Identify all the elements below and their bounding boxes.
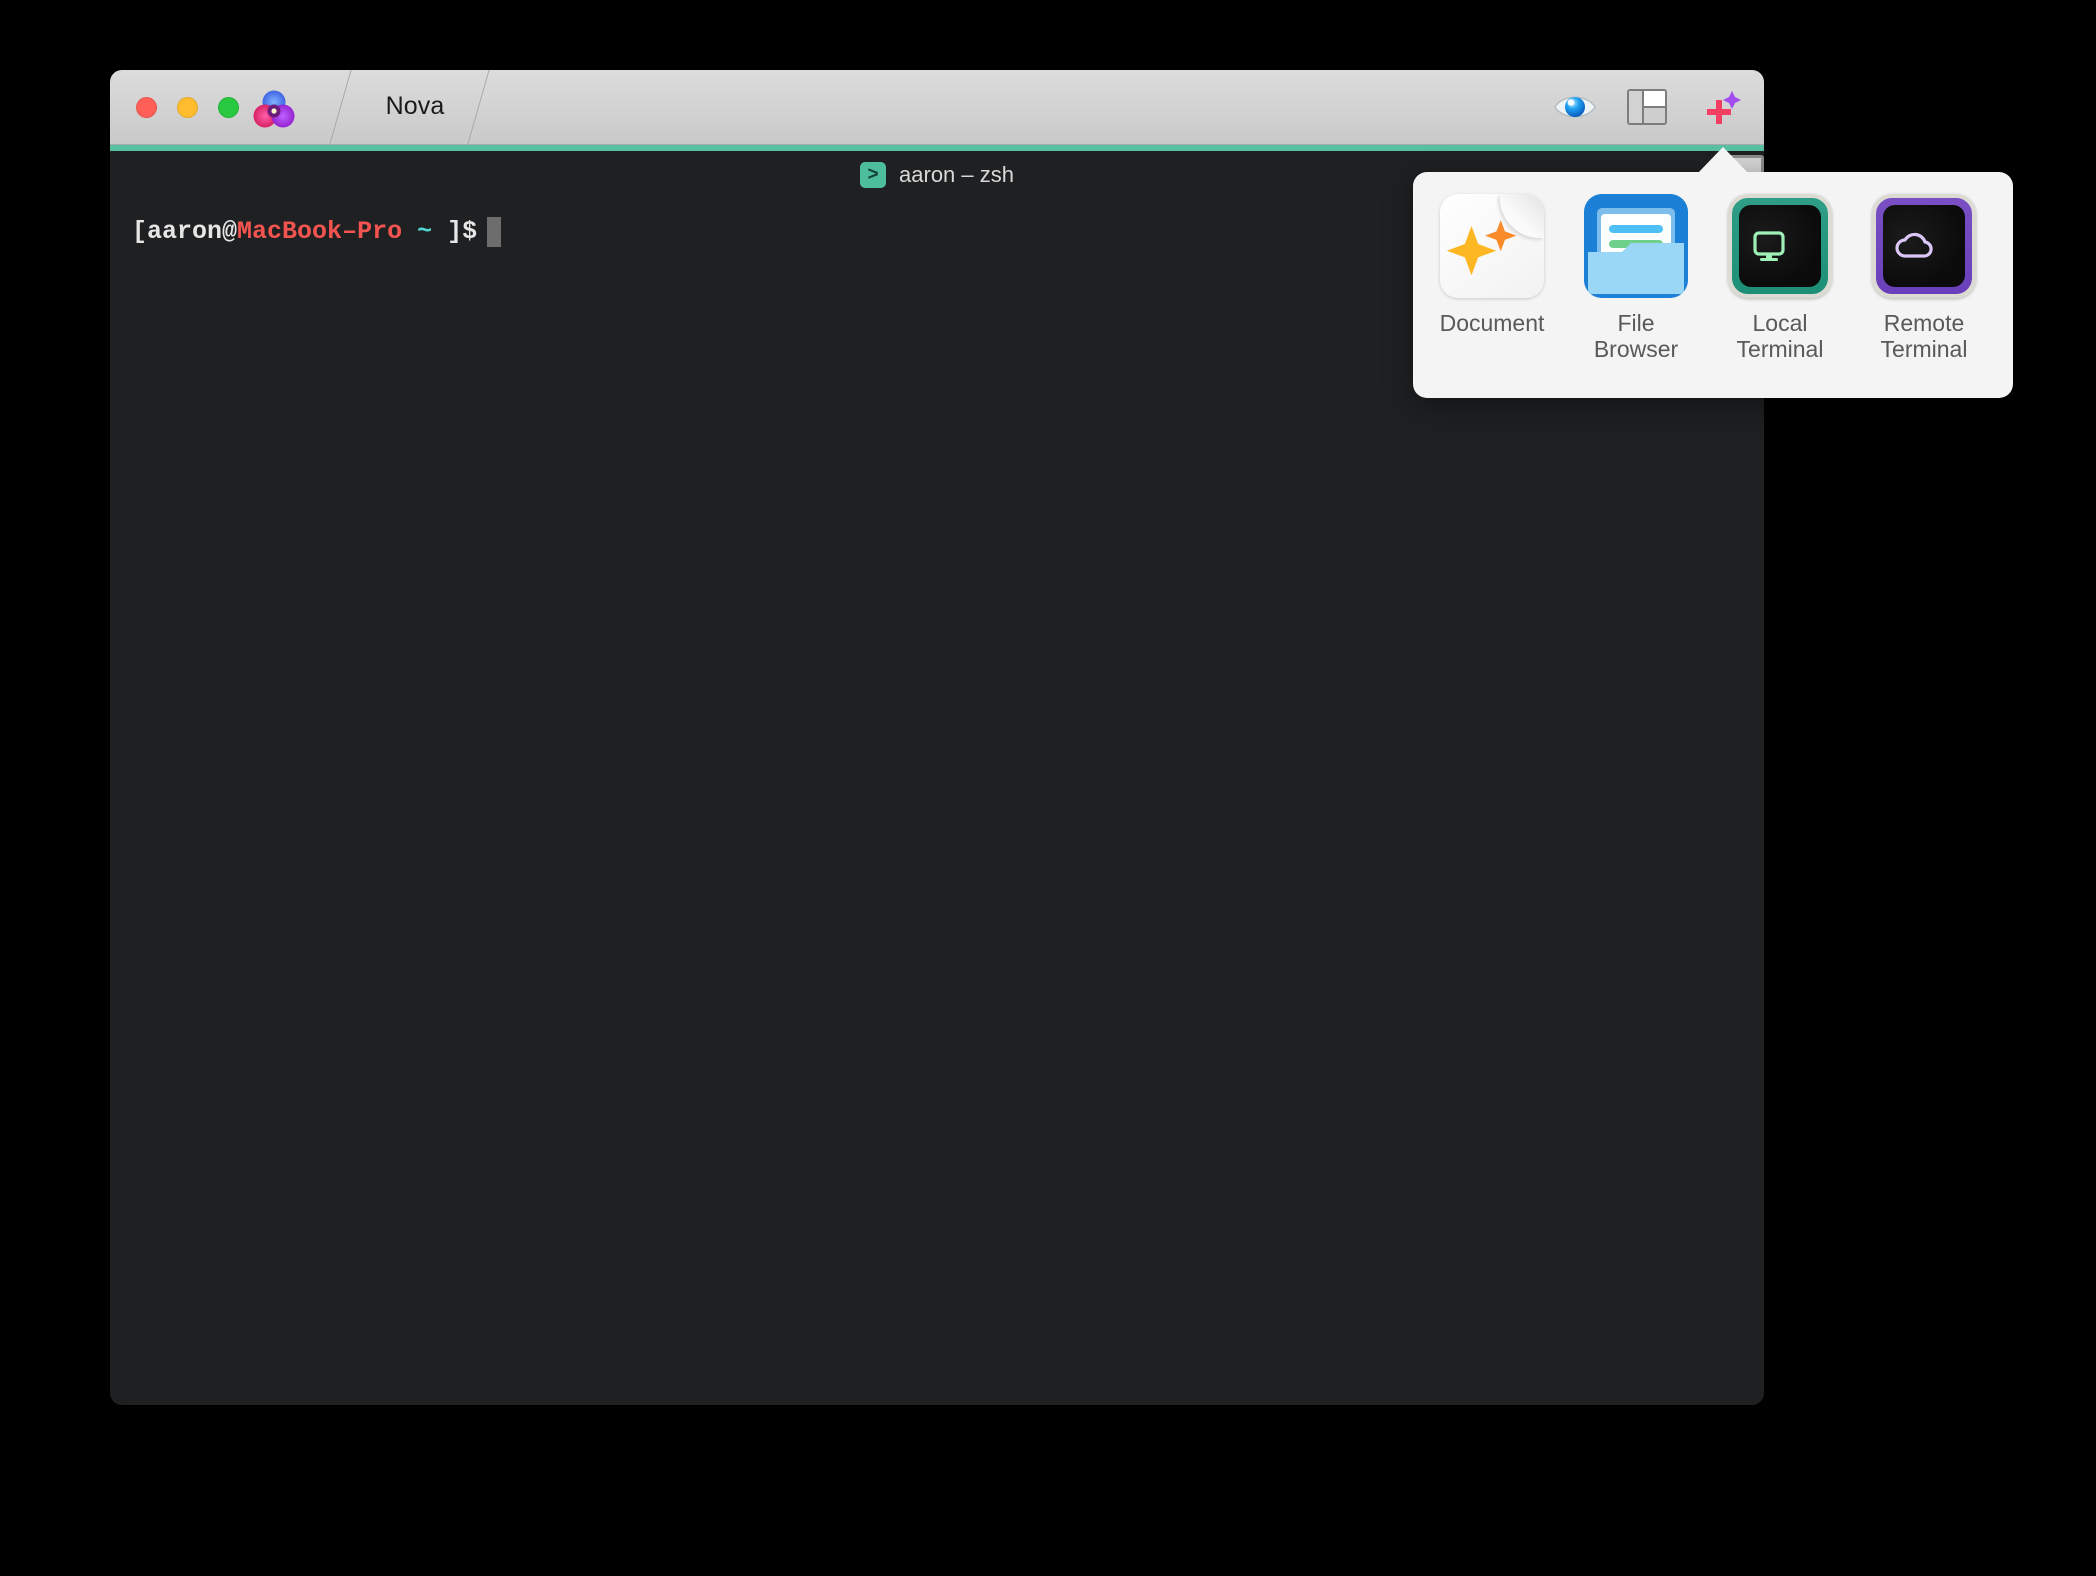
prompt-bracket-close: ] <box>447 217 463 246</box>
titlebar-separator-1 <box>329 70 352 144</box>
prompt-path: ~ <box>417 217 433 246</box>
new-item-button[interactable] <box>1696 84 1742 130</box>
split-pane-icon <box>1627 89 1667 125</box>
new-item-popover: Document File Browser Local Terminal Rem… <box>1413 172 2013 398</box>
prompt-host: MacBook–Pro <box>237 217 403 246</box>
popover-item-label: Remote Terminal <box>1880 310 1968 363</box>
nova-app-logo <box>252 88 296 132</box>
plus-sparkle-icon <box>1707 91 1741 124</box>
document-sparkle-icon <box>1440 194 1544 298</box>
prompt-bracket-open: [ <box>132 217 148 246</box>
zoom-button[interactable] <box>218 97 239 118</box>
popover-item-document[interactable]: Document <box>1431 194 1553 363</box>
remote-terminal-icon <box>1872 194 1976 298</box>
prompt-chevron-icon: > <box>860 162 887 188</box>
screen: Nova > aaron – zsh [aaron @ MacBook–Pro… <box>0 0 2096 1576</box>
popover-item-label: File Browser <box>1593 310 1679 363</box>
local-terminal-icon <box>1728 194 1832 298</box>
popover-item-label: Document <box>1439 310 1545 336</box>
preview-eye-button[interactable] <box>1552 84 1598 130</box>
prompt-at: @ <box>222 217 238 246</box>
popover-item-label: Local Terminal <box>1736 310 1824 363</box>
cloud-glyph-icon <box>1895 232 1933 258</box>
eye-icon <box>1554 96 1596 118</box>
prompt-user: aaron <box>147 217 223 246</box>
prompt-sigil: $ <box>462 217 478 246</box>
minimize-button[interactable] <box>177 97 198 118</box>
popover-arrow <box>1696 147 1750 175</box>
popover-item-local-terminal[interactable]: Local Terminal <box>1719 194 1841 363</box>
popover-item-grid: Document File Browser Local Terminal Rem… <box>1413 172 2013 363</box>
page-title: Nova <box>385 92 445 120</box>
split-pane-button[interactable] <box>1624 84 1670 130</box>
window-titlebar: Nova <box>110 70 1764 145</box>
terminal-tab-label: aaron – zsh <box>899 162 1014 187</box>
toolbar-actions <box>1552 84 1742 130</box>
close-button[interactable] <box>136 97 157 118</box>
popover-item-file-browser[interactable]: File Browser <box>1575 194 1697 363</box>
folder-icon <box>1584 194 1688 298</box>
monitor-glyph-icon <box>1753 231 1785 261</box>
traffic-light-group <box>136 97 239 118</box>
terminal-cursor <box>487 216 502 247</box>
popover-item-remote-terminal[interactable]: Remote Terminal <box>1863 194 1985 363</box>
